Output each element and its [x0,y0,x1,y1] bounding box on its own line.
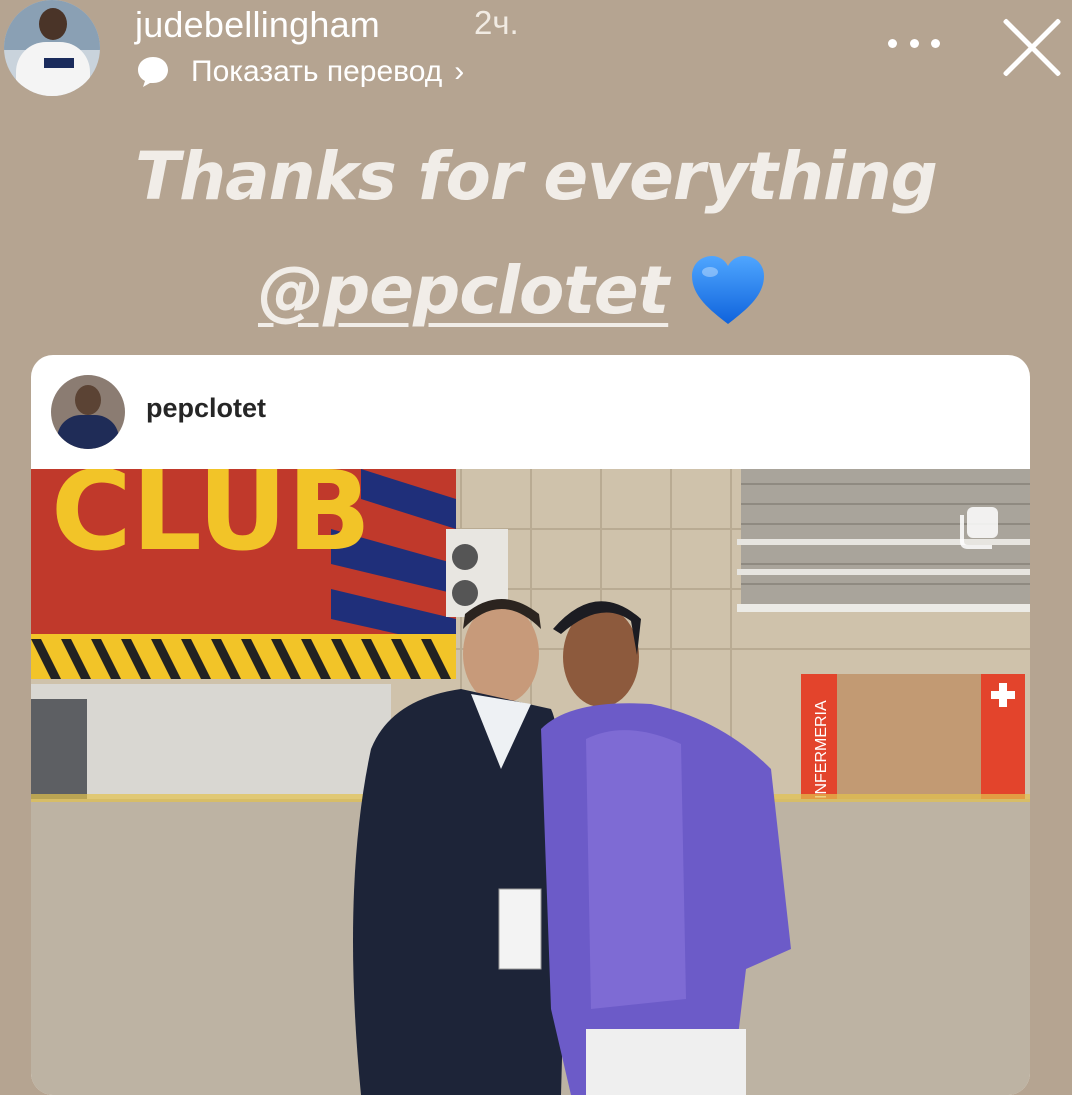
speech-bubble-icon [138,57,168,87]
story-caption-mention-row: @pepclotet [258,245,766,335]
carousel-icon [960,507,998,549]
profile-avatar[interactable] [4,0,100,96]
story-caption-text: Thanks for everything [135,138,938,215]
post-photo-image: CLUB INFERMERIA [31,469,1030,1095]
more-options-button[interactable] [888,28,940,58]
mention-link[interactable]: @pepclotet [258,252,669,329]
show-translation-label: Показать перевод [191,55,443,88]
infermeria-sign-text: INFERMERIA [813,700,830,799]
shared-post-photo[interactable]: CLUB INFERMERIA [31,469,1030,1095]
show-translation-link[interactable]: Показать перевод › [135,52,464,92]
more-horizontal-icon [888,38,897,48]
shared-post-card[interactable]: pepclotet CLUB INFERMERIA [31,355,1030,1095]
blue-heart-icon [692,256,765,324]
close-button[interactable] [998,13,1066,81]
chevron-right-icon: › [454,55,465,88]
shared-post-username[interactable]: pepclotet [146,393,266,424]
shared-post-avatar[interactable] [51,375,125,449]
story-username[interactable]: judebellingham [135,4,380,46]
story-header: judebellingham 2ч. Показать перевод › [0,0,1072,100]
story-timestamp: 2ч. [474,4,519,41]
shared-post-header: pepclotet [31,355,1030,469]
club-banner-text: CLUB [51,469,371,575]
